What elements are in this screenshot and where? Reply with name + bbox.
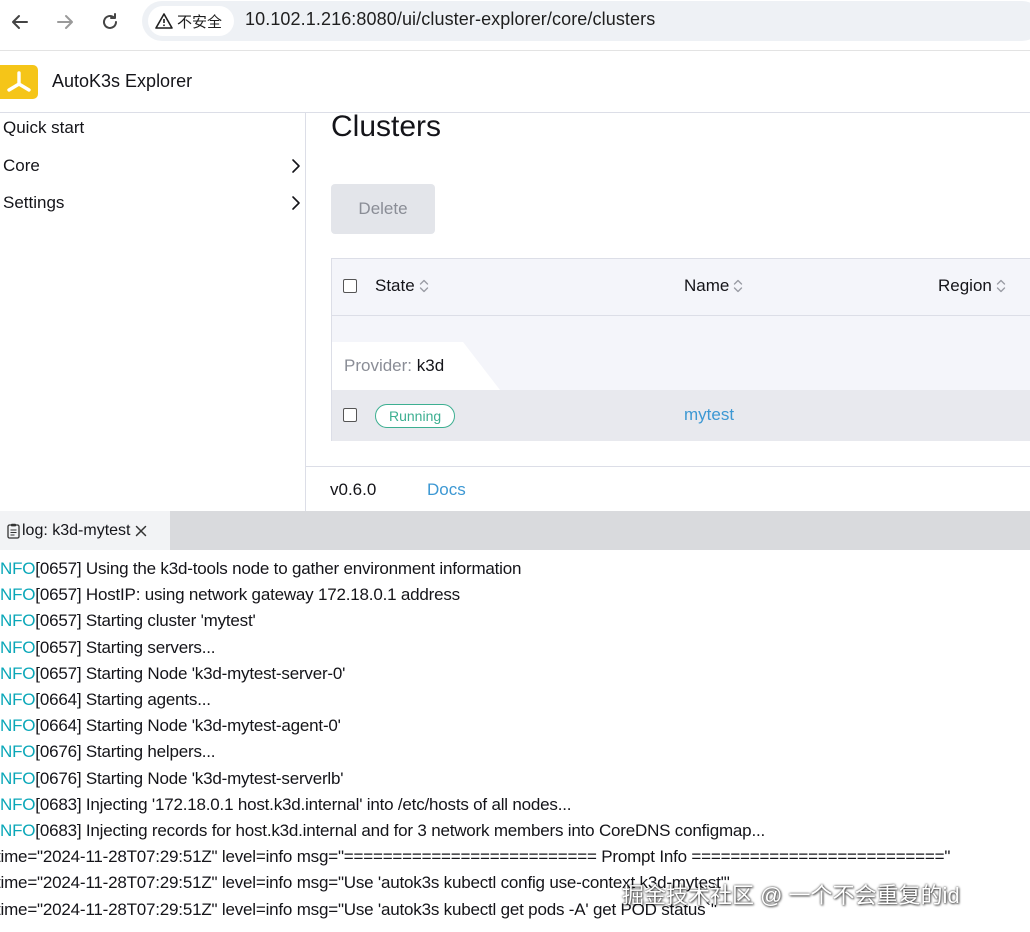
log-line: NFO[0683] Injecting records for host.k3d… — [0, 821, 765, 841]
log-level: NFO — [0, 768, 36, 788]
watermark-text: 掘金技术社区 @ 一个不会重复的id — [622, 883, 960, 908]
column-label: Region — [938, 276, 992, 295]
log-level: NFO — [0, 821, 36, 840]
column-label: State — [375, 276, 415, 295]
status-badge: Running — [375, 404, 456, 428]
sidebar-item-quick-start[interactable]: Quick start — [3, 113, 301, 143]
column-state[interactable]: State — [375, 276, 429, 296]
log-line: NFO[0657] Starting Node 'k3d-mytest-serv… — [0, 664, 345, 684]
log-line: NFO[0657] Using the k3d-tools node to ga… — [0, 559, 521, 579]
log-level: NFO — [0, 637, 36, 657]
app-header: AutoK3s Explorer — [0, 51, 1030, 113]
security-label: 不安全 — [177, 13, 223, 31]
version-label: v0.6.0 — [330, 480, 377, 499]
log-line: NFO[0683] Injecting '172.18.0.1 host.k3d… — [0, 795, 571, 815]
clipboard-icon — [7, 523, 20, 539]
cluster-name-link[interactable]: mytest — [684, 405, 734, 425]
log-message: [0664] Starting Node 'k3d-mytest-agent-0… — [35, 716, 341, 736]
column-label: Name — [684, 276, 730, 295]
log-line: NFO[0676] Starting helpers... — [0, 742, 216, 762]
log-line: NFO[0664] Starting Node 'k3d-mytest-agen… — [0, 716, 341, 736]
log-message: [0676] Starting Node 'k3d-mytest-serverl… — [35, 768, 344, 788]
page-title: Clusters — [331, 110, 442, 143]
clusters-table: State Name Region Provider: k3d Running … — [331, 258, 1030, 441]
sidebar-item-label: Core — [3, 156, 40, 175]
footer: v0.6.0 Docs — [306, 466, 1030, 512]
log-line: NFO[0657] HostIP: using network gateway … — [0, 585, 460, 605]
log-output[interactable]: NFO[0657] Using the k3d-tools node to ga… — [0, 550, 1030, 932]
sidebar-item-core[interactable]: Core — [3, 151, 301, 181]
back-arrow-icon[interactable] — [6, 8, 34, 36]
log-line: time="2024-11-28T07:29:51Z" level=info m… — [0, 847, 951, 867]
sort-icon — [419, 279, 428, 293]
log-level: NFO — [0, 690, 36, 709]
log-level: NFO — [0, 742, 36, 762]
log-level: NFO — [0, 559, 36, 578]
close-icon[interactable] — [135, 525, 147, 537]
group-key: Provider: — [344, 356, 413, 375]
log-line: NFO[0664] Starting agents... — [0, 690, 211, 710]
log-line: NFO[0657] Starting servers... — [0, 638, 215, 658]
log-message: [0657] HostIP: using network gateway 172… — [35, 585, 460, 605]
chevron-right-icon — [292, 196, 300, 210]
log-message: [0676] Starting helpers... — [35, 742, 216, 762]
group-value: k3d — [416, 356, 445, 375]
select-all-checkbox[interactable] — [343, 279, 357, 293]
log-line: NFO[0657] Starting cluster 'mytest' — [0, 611, 256, 631]
log-level: NFO — [0, 794, 36, 814]
reload-icon[interactable] — [96, 8, 124, 36]
sidebar-item-label: Quick start — [3, 118, 85, 137]
browser-toolbar: 不安全 10.102.1.216:8080/ui/cluster-explore… — [0, 0, 1030, 45]
log-tab[interactable]: log: k3d-mytest — [0, 511, 170, 550]
log-line: time="2024-11-28T07:29:51Z" level=info m… — [0, 899, 717, 919]
delete-button[interactable]: Delete — [331, 184, 435, 234]
forward-arrow-icon[interactable] — [51, 8, 79, 36]
sidebar-item-settings[interactable]: Settings — [3, 188, 301, 218]
table-row[interactable]: Running mytest — [332, 390, 1030, 441]
sort-icon — [996, 279, 1006, 293]
group-row-provider: Provider: k3d — [332, 316, 1030, 390]
log-message: [0664] Starting agents... — [35, 690, 211, 709]
chevron-right-icon — [292, 159, 300, 173]
group-tab: Provider: k3d — [332, 342, 500, 390]
sort-icon — [734, 279, 743, 293]
autok3s-logo-icon[interactable] — [0, 65, 38, 99]
docs-link[interactable]: Docs — [427, 480, 466, 500]
log-line: NFO[0676] Starting Node 'k3d-mytest-serv… — [0, 768, 344, 789]
column-name[interactable]: Name — [684, 276, 743, 296]
security-chip[interactable]: 不安全 — [148, 6, 234, 36]
log-message: [0657] Using the k3d-tools node to gathe… — [35, 559, 522, 578]
log-message: [0657] Starting servers... — [35, 637, 216, 657]
log-tab-bar: log: k3d-mytest — [0, 511, 1030, 550]
row-checkbox[interactable] — [343, 408, 357, 422]
sidebar: Quick start Core Settings — [0, 113, 306, 511]
log-message: [0657] Starting Node 'k3d-mytest-server-… — [35, 663, 346, 683]
url-text[interactable]: 10.102.1.216:8080/ui/cluster-explorer/co… — [245, 9, 655, 30]
log-level: NFO — [0, 663, 36, 683]
log-message: [0683] Injecting records for host.k3d.in… — [35, 821, 766, 840]
log-message: [0683] Injecting '172.18.0.1 host.k3d.in… — [35, 794, 572, 814]
log-message: [0657] Starting cluster 'mytest' — [35, 611, 256, 631]
group-label: Provider: k3d — [344, 356, 444, 376]
warning-icon — [155, 13, 173, 29]
app-title[interactable]: AutoK3s Explorer — [52, 71, 192, 92]
sidebar-item-label: Settings — [3, 193, 65, 212]
log-line: time="2024-11-28T07:29:51Z" level=info m… — [0, 873, 730, 893]
log-level: NFO — [0, 611, 36, 631]
log-tab-label: log: k3d-mytest — [22, 521, 131, 539]
log-level: NFO — [0, 585, 36, 605]
browser-divider — [0, 44, 1030, 51]
table-header: State Name Region — [332, 259, 1030, 316]
log-level: NFO — [0, 716, 36, 736]
column-region[interactable]: Region — [938, 276, 1006, 296]
